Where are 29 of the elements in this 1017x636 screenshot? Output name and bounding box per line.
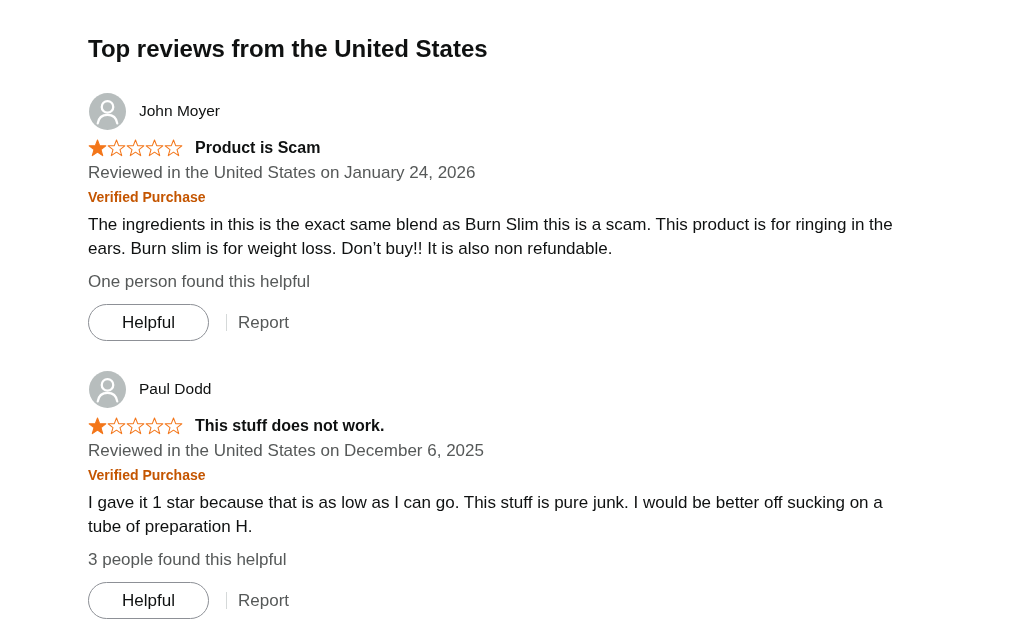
review-title[interactable]: This stuff does not work. [195,417,385,435]
star-icon [126,417,145,435]
report-link[interactable]: Report [238,590,290,611]
helpful-button[interactable]: Helpful [88,304,209,341]
review-title[interactable]: Product is Scam [195,139,321,157]
helpful-button[interactable]: Helpful [88,582,209,619]
review-text: I gave it 1 star because that is as low as I can go. This stuff is pure junk. I would be better off sucking on a tube of preparation H. [88,492,884,538]
review-text: The ingredients in this is the exact same blend as Burn Slim this is a scam. This product is for ringing in the ears. Burn slim is for weight loss. Don’t buy!! It is also non refundable. [88,214,894,260]
helpful-count: 3 people found this helpful [88,549,288,571]
star-icon [107,417,126,435]
verified-purchase-label: Verified Purchase [88,466,207,485]
star-icon [145,417,164,435]
star-icon [88,139,107,157]
avatar-icon [89,92,126,130]
star-icon [107,139,126,157]
review-date: Reviewed in the United States on January 24, 2026 [88,162,477,184]
section-heading: Top reviews from the United States [88,34,489,64]
reviewer-name[interactable]: Paul Dodd [139,380,212,398]
verified-purchase-label: Verified Purchase [88,188,207,207]
report-link[interactable]: Report [238,312,290,333]
reviewer-name[interactable]: John Moyer [139,102,220,120]
avatar-icon [89,370,126,408]
review-date: Reviewed in the United States on December 6, 2025 [88,440,485,462]
helpful-count: One person found this helpful [88,271,312,293]
star-icon [126,139,145,157]
star-icon [145,139,164,157]
star-icon [164,417,183,435]
star-icon [88,417,107,435]
star-icon [164,139,183,157]
